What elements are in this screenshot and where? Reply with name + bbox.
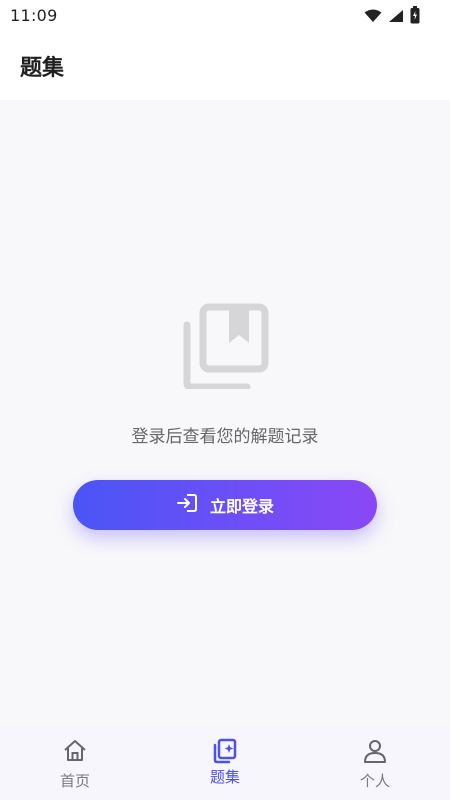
login-button-label: 立即登录 — [209, 497, 274, 516]
home-icon — [62, 738, 88, 768]
person-icon — [362, 738, 388, 768]
signal-icon — [388, 8, 404, 27]
empty-state-message: 登录后查看您的解题记录 — [131, 427, 319, 447]
bookmark-book-icon — [183, 303, 269, 393]
tab-question-set-label: 题集 — [209, 768, 240, 786]
tab-home-label: 首页 — [59, 772, 90, 790]
wifi-icon — [364, 8, 382, 27]
app-header: 题集 — [0, 32, 450, 100]
tab-profile[interactable]: 个人 — [300, 726, 450, 800]
question-set-icon — [212, 738, 238, 768]
tab-profile-label: 个人 — [359, 772, 390, 790]
login-icon — [176, 493, 198, 517]
page-title: 题集 — [20, 56, 65, 81]
status-icons — [364, 6, 420, 28]
login-button[interactable]: 立即登录 — [73, 480, 377, 530]
status-bar: 11:09 — [0, 0, 450, 32]
main-content: 登录后查看您的解题记录 立即登录 — [0, 100, 450, 726]
battery-icon — [410, 6, 420, 28]
tab-home[interactable]: 首页 — [0, 726, 150, 800]
tab-question-set[interactable]: 题集 — [150, 726, 300, 800]
bottom-tab-bar: 首页 题集 个人 — [0, 726, 450, 800]
status-time: 11:09 — [10, 6, 58, 25]
